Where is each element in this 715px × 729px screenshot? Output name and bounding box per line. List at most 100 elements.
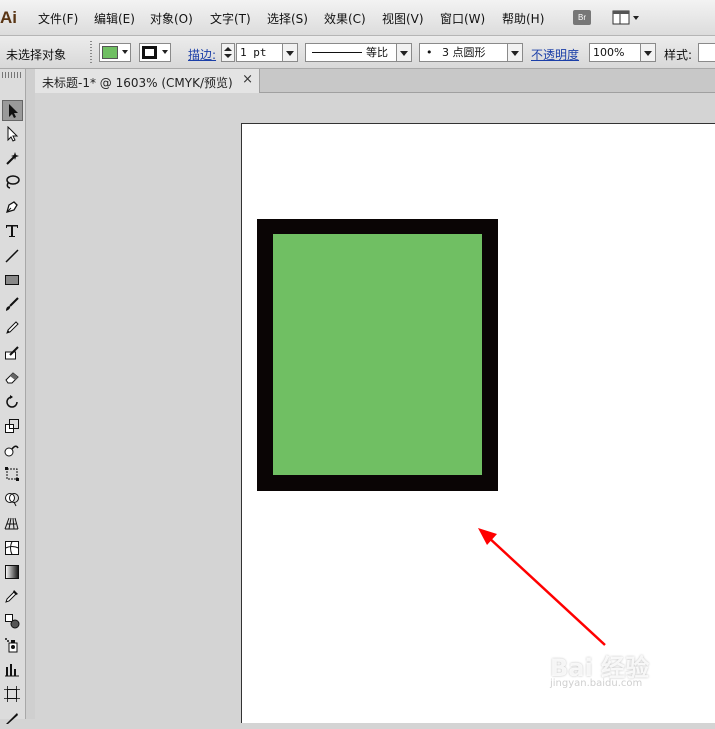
document-tab[interactable]: 未标题-1* @ 1603% (CMYK/预览) × [35,69,260,93]
close-icon[interactable]: × [242,72,253,87]
symbol-sprayer-tool[interactable] [2,635,23,656]
menu-file[interactable]: 文件(F) [38,10,78,27]
free-transform-tool[interactable] [2,464,23,485]
style-label: 样式: [664,48,693,62]
rectangle-tool[interactable] [2,270,23,291]
fill-color-button[interactable] [99,43,131,62]
line-segment-icon [5,249,19,263]
artboard-tool[interactable] [2,684,23,705]
pencil-tool[interactable] [2,318,23,339]
tools-panel [0,69,26,724]
menu-window[interactable]: 窗口(W) [440,10,485,27]
brush-bullet-icon: • [426,46,433,59]
warp-tool[interactable] [2,440,23,461]
stroke-weight-field[interactable]: 1 pt [236,43,298,62]
direct-selection-arrow-icon [7,126,19,142]
eyedropper-tool[interactable] [2,586,23,607]
watermark-url: jingyan.baidu.com [550,678,643,689]
brush-definition-dropdown[interactable]: • 3 点圆形 [419,43,523,62]
pen-tool[interactable] [2,197,23,218]
perspective-grid-tool[interactable] [2,513,23,534]
perspective-grid-icon [4,517,19,530]
menu-type[interactable]: 文字(T) [210,10,251,27]
stroke-swatch [142,46,157,59]
chevron-down-icon [396,44,411,61]
eraser-tool[interactable] [2,367,23,388]
stroke-profile-dropdown[interactable]: 等比 [305,43,412,62]
menu-edit[interactable]: 编辑(E) [94,10,135,27]
chevron-down-icon [122,50,128,54]
rotate-icon [6,395,18,408]
symbol-sprayer-icon [5,638,18,653]
rotate-tool[interactable] [2,392,23,413]
warp-icon [4,445,19,457]
graphic-style-picker[interactable] [698,43,715,62]
blend-tool[interactable] [2,611,23,632]
paintbrush-icon [6,297,19,311]
gradient-icon [5,565,19,579]
chevron-down-icon [507,44,522,61]
tools-panel-grip[interactable] [2,72,22,78]
canvas-area[interactable]: Bai 经验 jingyan.baidu.com [35,93,715,723]
control-bar-grip [90,41,92,63]
stroke-color-button[interactable] [139,43,171,62]
document-tab-title: 未标题-1* @ 1603% (CMYK/预览) [42,76,233,90]
paintbrush-tool[interactable] [2,294,23,315]
eraser-icon [5,372,19,384]
opacity-value: 100% [593,46,625,59]
pencil-icon [6,321,19,334]
selection-arrow-icon [9,104,18,118]
brush-value: 3 点圆形 [442,46,486,59]
scale-tool[interactable] [2,416,23,437]
menu-bar: Ai 文件(F) 编辑(E) 对象(O) 文字(T) 选择(S) 效果(C) 视… [0,0,715,36]
bridge-button[interactable]: Br [573,10,591,25]
annotation-arrow [478,528,606,646]
chevron-down-icon [162,50,168,54]
shape-builder-tool[interactable] [2,489,23,510]
menu-help[interactable]: 帮助(H) [502,10,544,27]
fill-swatch [102,46,118,59]
magic-wand-tool[interactable] [2,148,23,169]
menu-object[interactable]: 对象(O) [150,10,193,27]
menu-view[interactable]: 视图(V) [382,10,424,27]
stroke-weight-stepper[interactable] [221,43,235,62]
stroke-profile-line [312,52,362,53]
app-logo: Ai [0,8,17,27]
blob-brush-icon [5,346,19,360]
stroke-profile-value: 等比 [366,46,388,59]
arrange-documents-icon [612,10,639,25]
rectangle-icon [5,275,19,285]
stroke-label[interactable]: 描边: [188,46,216,63]
slice-knife-icon [6,713,18,724]
arrange-documents-button[interactable] [611,9,641,27]
pen-nib-icon [6,201,18,213]
document-tab-bar: 未标题-1* @ 1603% (CMYK/预览) × [35,69,715,93]
opacity-label[interactable]: 不透明度 [531,46,579,63]
shape-builder-icon [5,493,19,507]
line-segment-tool[interactable] [2,246,23,267]
type-tool[interactable] [2,221,23,242]
control-bar: 未选择对象 描边: 1 pt 等比 • 3 点圆形 不透明度 100% 样式: [0,36,715,69]
panel-gutter [26,69,35,719]
magic-wand-icon [6,152,19,165]
free-transform-icon [5,467,19,481]
lasso-tool[interactable] [2,172,23,193]
eyedropper-icon [5,590,18,603]
selection-status: 未选择对象 [6,48,67,62]
mesh-icon [5,541,19,555]
mesh-tool[interactable] [2,538,23,559]
blob-brush-tool[interactable] [2,343,23,364]
menu-effect[interactable]: 效果(C) [324,10,366,27]
type-t-icon [6,225,18,237]
opacity-field[interactable]: 100% [589,43,656,62]
gradient-tool[interactable] [2,562,23,583]
selection-tool[interactable] [2,100,23,121]
blend-icon [5,614,20,629]
direct-selection-tool[interactable] [2,124,23,145]
column-graph-icon [5,664,19,677]
column-graph-tool[interactable] [2,659,23,680]
lasso-icon [6,175,20,189]
scale-icon [5,419,19,433]
menu-select[interactable]: 选择(S) [267,10,308,27]
chevron-down-icon [282,44,297,61]
